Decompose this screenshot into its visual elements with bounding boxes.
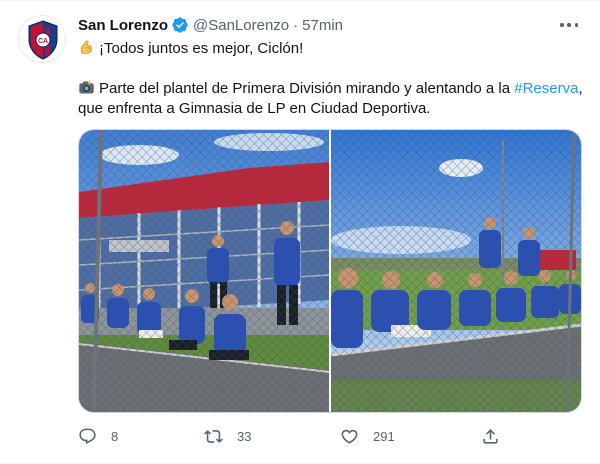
- flexed-biceps-icon: [78, 39, 95, 56]
- retweet-count: 33: [237, 428, 252, 444]
- retweet-button[interactable]: 33: [204, 423, 251, 449]
- share-button[interactable]: [481, 423, 500, 449]
- share-icon: [483, 428, 498, 444]
- tweet-header: San Lorenzo @SanLorenzo · 57min: [78, 15, 586, 35]
- reply-count: 8: [111, 428, 119, 444]
- action-bar: 8 33 291: [78, 423, 508, 449]
- more-options-icon[interactable]: [560, 18, 578, 32]
- photo-2[interactable]: [331, 130, 581, 412]
- timestamp[interactable]: 57min: [302, 17, 343, 34]
- display-name[interactable]: San Lorenzo: [78, 17, 168, 34]
- verified-badge-icon: [171, 16, 189, 34]
- camera-with-flash-icon: [78, 79, 95, 96]
- like-button[interactable]: 291: [340, 423, 395, 449]
- tweet-line-2-text: Parte del plantel de Primera División mi…: [99, 80, 515, 97]
- tweet-line-2: Parte del plantel de Primera División mi…: [78, 79, 588, 119]
- photo-1-image: [79, 130, 329, 412]
- media-gallery: [78, 129, 582, 413]
- heart-icon: [341, 429, 358, 444]
- tweet-text: ¡Todos juntos es mejor, Ciclón! Parte de…: [78, 39, 588, 139]
- handle[interactable]: @SanLorenzo: [193, 17, 289, 34]
- tweet-line-1-text: ¡Todos juntos es mejor, Ciclón!: [99, 40, 304, 57]
- like-count: 291: [373, 428, 395, 444]
- photo-2-image: [331, 130, 581, 412]
- reply-button[interactable]: 8: [78, 423, 118, 449]
- san-lorenzo-crest-icon: CA: [19, 16, 65, 62]
- svg-text:CA: CA: [38, 38, 48, 45]
- avatar[interactable]: CA: [18, 15, 66, 63]
- tweet-line-1: ¡Todos juntos es mejor, Ciclón!: [78, 39, 588, 59]
- separator-dot: ·: [293, 16, 299, 34]
- photo-1[interactable]: [79, 130, 329, 412]
- tweet-card[interactable]: CA San Lorenzo @SanLorenzo · 57min ¡Todo…: [0, 0, 600, 464]
- reply-icon: [79, 428, 96, 444]
- retweet-icon: [204, 429, 223, 443]
- hashtag-link[interactable]: #Reserva: [514, 80, 578, 97]
